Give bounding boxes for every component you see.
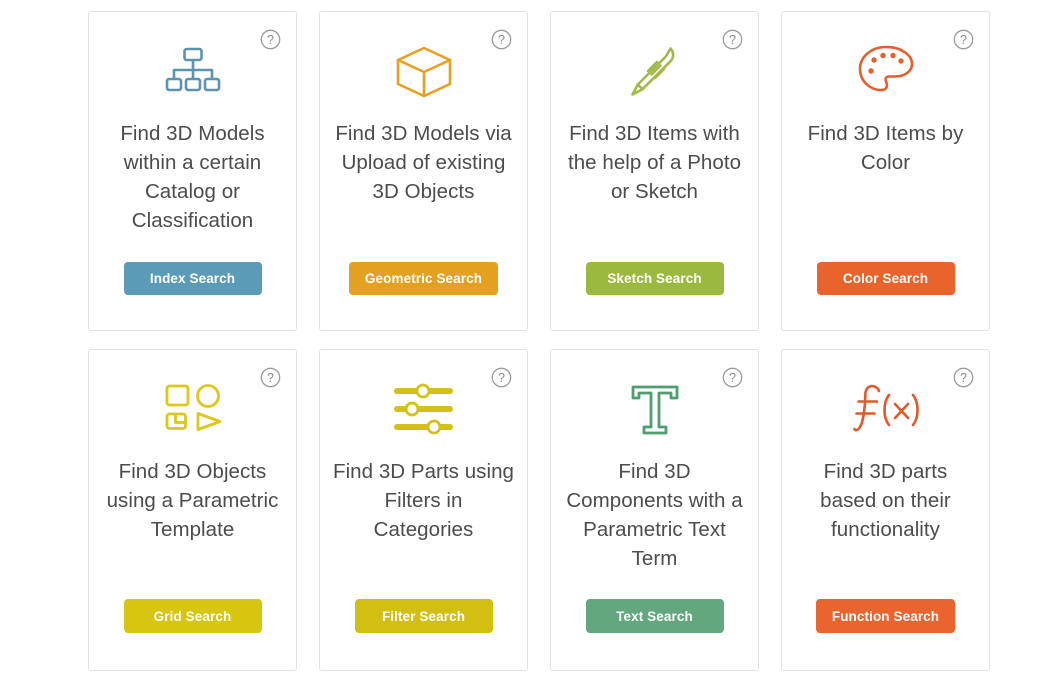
- button-slot: Grid Search: [89, 599, 296, 633]
- help-circle-icon[interactable]: ?: [953, 367, 974, 388]
- help-circle-icon[interactable]: ?: [491, 29, 512, 50]
- shapes-grid-icon: [163, 379, 223, 441]
- sketch-search-button[interactable]: Sketch Search: [585, 262, 724, 295]
- svg-text:?: ?: [498, 33, 505, 47]
- card-title: Find 3D Components with a Parametric Tex…: [566, 460, 743, 570]
- pencil-icon: [626, 41, 684, 103]
- card-title: Find 3D Models via Upload of existing 3D…: [335, 122, 512, 203]
- button-slot: Index Search: [89, 262, 296, 295]
- card-text-search[interactable]: ? Find 3D Components with a Parametric T…: [550, 349, 759, 671]
- svg-text:?: ?: [729, 33, 736, 47]
- help-circle-icon[interactable]: ?: [722, 367, 743, 388]
- sitemap-icon: [164, 41, 222, 103]
- help-circle-icon[interactable]: ?: [260, 367, 281, 388]
- cube-icon: [393, 41, 455, 103]
- card-grid-search[interactable]: ? Find 3D Objects using a Parametric Tem…: [88, 349, 297, 671]
- filter-search-button[interactable]: Filter Search: [354, 599, 493, 633]
- svg-text:?: ?: [498, 371, 505, 385]
- button-slot: Geometric Search: [320, 262, 527, 295]
- palette-icon: [857, 41, 915, 103]
- function-search-button[interactable]: Function Search: [815, 599, 956, 633]
- button-slot: Filter Search: [320, 599, 527, 633]
- sliders-icon: [393, 379, 455, 441]
- card-color-search[interactable]: ? Find 3D Items by Color Color Search: [781, 11, 990, 331]
- search-method-card-grid: ? Find 3D Models within a certain Catalo…: [0, 0, 1062, 700]
- card-title: Find 3D Items by Color: [807, 122, 964, 174]
- button-slot: Text Search: [551, 599, 758, 633]
- svg-text:?: ?: [729, 371, 736, 385]
- text-search-button[interactable]: Text Search: [585, 599, 724, 633]
- svg-text:?: ?: [960, 33, 967, 47]
- svg-text:?: ?: [960, 371, 967, 385]
- help-circle-icon[interactable]: ?: [722, 29, 743, 50]
- card-index-search[interactable]: ? Find 3D Models within a certain Catalo…: [88, 11, 297, 331]
- card-sketch-search[interactable]: ? Find 3D Items with the help of a Photo…: [550, 11, 759, 331]
- help-circle-icon[interactable]: ?: [953, 29, 974, 50]
- card-function-search[interactable]: ? Find 3D parts based on their functiona…: [781, 349, 990, 671]
- card-title: Find 3D Items with the help of a Photo o…: [567, 122, 742, 203]
- function-fx-icon: [852, 379, 919, 441]
- svg-text:?: ?: [267, 33, 274, 47]
- help-circle-icon[interactable]: ?: [491, 367, 512, 388]
- help-circle-icon[interactable]: ?: [260, 29, 281, 50]
- card-title: Find 3D parts based on their functionali…: [820, 460, 951, 541]
- card-title: Find 3D Parts using Filters in Categorie…: [333, 460, 514, 541]
- geometric-search-button[interactable]: Geometric Search: [348, 262, 499, 295]
- button-slot: Color Search: [782, 262, 989, 295]
- card-title: Find 3D Objects using a Parametric Templ…: [106, 460, 279, 541]
- svg-text:?: ?: [267, 371, 274, 385]
- grid-search-button[interactable]: Grid Search: [123, 599, 262, 633]
- color-search-button[interactable]: Color Search: [816, 262, 955, 295]
- button-slot: Function Search: [782, 599, 989, 633]
- card-geometric-search[interactable]: ? Find 3D Models via Upload of existing …: [319, 11, 528, 331]
- card-filter-search[interactable]: ? Find 3D Parts using Filters in Categor…: [319, 349, 528, 671]
- card-title: Find 3D Models within a certain Catalog …: [120, 122, 265, 232]
- text-t-icon: [629, 379, 681, 441]
- button-slot: Sketch Search: [551, 262, 758, 295]
- index-search-button[interactable]: Index Search: [123, 262, 262, 295]
